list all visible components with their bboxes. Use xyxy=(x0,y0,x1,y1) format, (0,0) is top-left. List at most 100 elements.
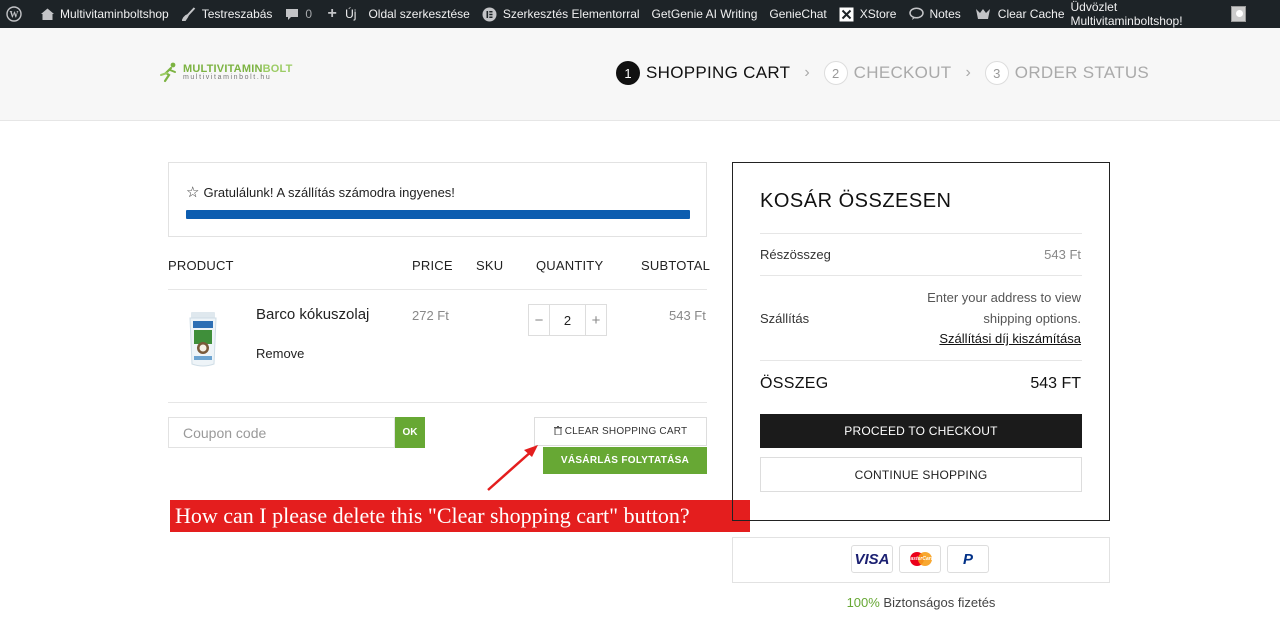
elementor-icon xyxy=(482,6,498,22)
edit-page-link[interactable]: Oldal szerkesztése xyxy=(362,0,475,28)
site-header: MULTIVITAMINBOLT multivitaminbolt.hu 1 S… xyxy=(0,28,1280,121)
avatar xyxy=(1230,6,1246,22)
checkout-steps: 1 SHOPPING CART › 2 CHECKOUT › 3 ORDER S… xyxy=(616,61,1149,85)
brush-icon xyxy=(181,6,197,22)
product-name-link[interactable]: Barco kókuszolaj xyxy=(256,306,369,323)
chevron-right-icon: › xyxy=(965,64,971,81)
elementor-edit-label: Szerkesztés Elementorral xyxy=(502,7,640,21)
clear-cache-link[interactable]: Clear Cache xyxy=(967,0,1071,28)
subtotal-value: 543 Ft xyxy=(1044,247,1081,262)
notes-link[interactable]: Notes xyxy=(902,0,966,28)
step-label: ORDER STATUS xyxy=(1014,63,1150,82)
notes-label: Notes xyxy=(929,7,961,21)
comments-link[interactable]: 0 xyxy=(278,0,318,28)
product-price: 272 Ft xyxy=(412,308,449,323)
comment-icon xyxy=(284,6,300,22)
step-order-status[interactable]: 3 ORDER STATUS xyxy=(984,61,1150,85)
cart-totals-title: KOSÁR ÖSSZESEN xyxy=(760,190,952,212)
total-label: ÖSSZEG xyxy=(760,375,829,392)
shipping-label: Szállítás xyxy=(760,311,810,326)
chevron-right-icon: › xyxy=(804,64,810,81)
free-shipping-notice: ☆ Gratulálunk! A szállítás számodra ingy… xyxy=(168,162,707,237)
step-number: 3 xyxy=(984,61,1009,85)
site-logo[interactable]: MULTIVITAMINBOLT multivitaminbolt.hu xyxy=(158,61,293,83)
product-thumbnail[interactable] xyxy=(185,308,221,368)
continue-shopping-outline-button[interactable]: CONTINUE SHOPPING xyxy=(760,457,1082,492)
secure-payment-note: 100% Biztonságos fizetés xyxy=(732,595,1110,610)
admin-bar: W Multivitaminboltshop Testreszabás 0 + … xyxy=(0,0,1280,28)
quantity-input[interactable]: 2 xyxy=(549,305,586,335)
product-subtotal: 543 Ft xyxy=(669,308,706,323)
step-label: CHECKOUT xyxy=(853,63,952,82)
coupon-input[interactable]: Coupon code xyxy=(168,417,395,448)
xstore-label: XStore xyxy=(859,7,897,21)
proceed-to-checkout-button[interactable]: PROCEED TO CHECKOUT xyxy=(760,414,1082,448)
annotation-callout: How can I please delete this "Clear shop… xyxy=(170,500,750,532)
xstore-menu[interactable]: XStore xyxy=(833,0,903,28)
divider xyxy=(760,275,1082,276)
clear-cache-label: Clear Cache xyxy=(997,7,1065,21)
col-header-price: PRICE xyxy=(412,258,453,273)
step-shopping-cart[interactable]: 1 SHOPPING CART xyxy=(616,61,790,85)
secure-percent: 100% xyxy=(846,595,880,610)
divider xyxy=(168,289,707,290)
mastercard-icon: MasterCard xyxy=(899,545,941,573)
payment-methods: VISA MasterCard P xyxy=(732,537,1110,583)
getgenie-link[interactable]: GetGenie AI Writing xyxy=(646,0,764,28)
clear-cart-label: CLEAR SHOPPING CART xyxy=(564,426,688,437)
greeting-label: Üdvözlet Multivitaminboltshop! xyxy=(1070,0,1183,28)
visa-icon: VISA xyxy=(851,545,893,573)
geniechat-label: GenieChat xyxy=(769,7,827,21)
quantity-plus-button[interactable]: + xyxy=(586,305,606,335)
star-icon: ☆ xyxy=(186,184,200,201)
clear-cart-button[interactable]: CLEAR SHOPPING CART xyxy=(534,417,707,446)
site-name-menu[interactable]: Multivitaminboltshop xyxy=(33,0,175,28)
total-value: 543 FT xyxy=(1030,375,1081,392)
site-name-label: Multivitaminboltshop xyxy=(60,7,169,21)
col-header-sku: SKU xyxy=(476,258,504,273)
apply-coupon-button[interactable]: OK xyxy=(395,417,425,448)
free-shipping-message: ☆ Gratulálunk! A szállítás számodra ingy… xyxy=(186,183,455,201)
divider xyxy=(168,402,707,403)
customize-link[interactable]: Testreszabás xyxy=(175,0,279,28)
runner-logo-icon xyxy=(158,61,180,83)
annotation-arrow-icon xyxy=(487,445,538,491)
trash-icon xyxy=(553,425,562,438)
col-header-subtotal: SUBTOTAL xyxy=(641,258,711,273)
logo-domain: multivitaminbolt.hu xyxy=(183,74,272,81)
quantity-stepper: − 2 + xyxy=(528,304,607,336)
step-number: 1 xyxy=(616,61,640,85)
col-header-quantity: QUANTITY xyxy=(536,258,604,273)
svg-text:W: W xyxy=(10,10,19,20)
new-content-menu[interactable]: + Új xyxy=(318,0,362,28)
free-shipping-text: Gratulálunk! A szállítás számodra ingyen… xyxy=(203,184,455,200)
continue-shopping-button[interactable]: VÁSÁRLÁS FOLYTATÁSA xyxy=(543,447,707,474)
col-header-product: PRODUCT xyxy=(168,258,234,273)
free-shipping-progress-bar xyxy=(186,210,690,219)
x-icon xyxy=(839,6,855,22)
notes-icon xyxy=(908,6,924,22)
cart-totals-panel: KOSÁR ÖSSZESEN Részösszeg 543 Ft Szállít… xyxy=(732,162,1110,521)
customize-label: Testreszabás xyxy=(201,7,273,21)
getgenie-label: GetGenie AI Writing xyxy=(651,7,758,21)
edit-page-label: Oldal szerkesztése xyxy=(368,7,470,21)
geniechat-link[interactable]: GenieChat xyxy=(763,0,832,28)
shipping-calculator-link[interactable]: Szállítási díj kiszámítása xyxy=(939,331,1081,346)
step-checkout[interactable]: 2 CHECKOUT xyxy=(823,61,952,85)
home-icon xyxy=(39,6,55,22)
quantity-minus-button[interactable]: − xyxy=(529,305,549,335)
shipping-info: Enter your address to view shipping opti… xyxy=(927,290,1081,326)
plus-icon: + xyxy=(327,5,337,22)
elementor-edit-link[interactable]: Szerkesztés Elementorral xyxy=(476,0,646,28)
comments-count: 0 xyxy=(305,7,313,21)
secure-text: Biztonságos fizetés xyxy=(879,595,996,610)
divider xyxy=(760,233,1082,234)
remove-item-link[interactable]: Remove xyxy=(256,346,304,361)
cache-icon xyxy=(973,6,993,22)
step-label: SHOPPING CART xyxy=(646,63,791,82)
divider xyxy=(760,360,1082,361)
my-account-menu[interactable]: Üdvözlet Multivitaminboltshop! xyxy=(1071,0,1280,28)
subtotal-label: Részösszeg xyxy=(760,247,831,262)
wp-logo-menu[interactable]: W xyxy=(0,0,33,28)
wordpress-icon: W xyxy=(6,6,22,22)
